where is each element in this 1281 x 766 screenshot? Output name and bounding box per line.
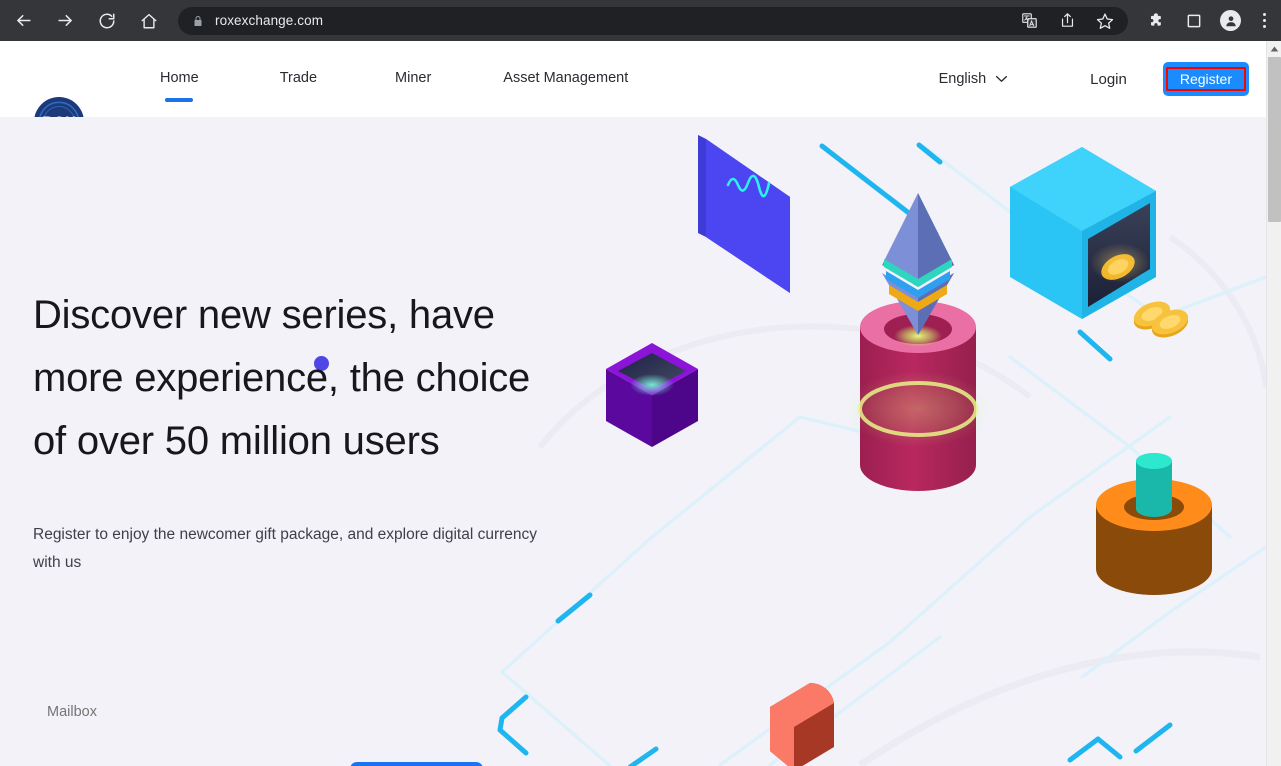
- extensions-puzzle-icon[interactable]: [1146, 10, 1168, 32]
- register-button[interactable]: Register: [1162, 62, 1249, 96]
- register-now-wrapper: Register now: [350, 762, 483, 766]
- url-text: roxexchange.com: [215, 13, 324, 28]
- back-button[interactable]: [8, 6, 38, 36]
- translate-icon[interactable]: [1018, 10, 1040, 32]
- browser-toolbar: roxexchange.com: [0, 0, 1281, 41]
- browser-actions: [1146, 10, 1281, 32]
- reload-button[interactable]: [92, 6, 122, 36]
- nav-item-trade[interactable]: Trade: [280, 70, 317, 88]
- nav-item-trade-label: Trade: [279, 70, 318, 86]
- vertical-scrollbar[interactable]: [1266, 41, 1281, 766]
- main-navigation: Home Trade Miner Asset Management: [160, 41, 628, 117]
- active-nav-underline: [165, 98, 194, 102]
- side-panel-icon[interactable]: [1183, 10, 1205, 32]
- nav-item-asset-management-label: Asset Management: [503, 70, 629, 86]
- language-selector[interactable]: English: [939, 71, 1009, 87]
- scroll-up-arrow[interactable]: [1267, 41, 1281, 56]
- mailbox-input[interactable]: [47, 704, 277, 720]
- header-actions: English Login Register: [939, 41, 1249, 117]
- forward-button[interactable]: [50, 6, 80, 36]
- chrome-menu-button[interactable]: [1256, 13, 1272, 28]
- share-icon[interactable]: [1056, 10, 1078, 32]
- profile-avatar[interactable]: [1220, 10, 1241, 31]
- site-header: ROX Home Trade Miner Asset Management En…: [0, 41, 1266, 147]
- home-button[interactable]: [134, 6, 164, 36]
- nav-item-home[interactable]: Home: [160, 70, 199, 102]
- bookmark-star-icon[interactable]: [1094, 10, 1116, 32]
- nav-item-miner[interactable]: Miner: [395, 70, 431, 88]
- nav-item-home-label: Home: [160, 70, 199, 86]
- register-button-wrapper: Register: [1162, 62, 1249, 96]
- lock-icon: [192, 14, 204, 28]
- scrollbar-thumb[interactable]: [1268, 57, 1281, 222]
- omnibox-actions: [1018, 10, 1118, 32]
- hero-subtitle: Register to enjoy the newcomer gift pack…: [33, 526, 538, 571]
- register-now-button[interactable]: Register now: [350, 762, 483, 766]
- chevron-down-icon: [995, 71, 1008, 87]
- address-bar[interactable]: roxexchange.com: [178, 6, 1128, 35]
- login-link[interactable]: Login: [1090, 71, 1127, 88]
- hero-section: Discover new series, have more experienc…: [0, 117, 1266, 766]
- nav-item-asset-management[interactable]: Asset Management: [503, 70, 628, 88]
- hero-title: Discover new series, have more experienc…: [33, 293, 531, 463]
- page-content: ROX Home Trade Miner Asset Management En…: [0, 41, 1266, 766]
- nav-item-miner-label: Miner: [395, 70, 432, 86]
- isometric-crypto-illustration: [470, 117, 1266, 766]
- language-label: English: [938, 71, 987, 87]
